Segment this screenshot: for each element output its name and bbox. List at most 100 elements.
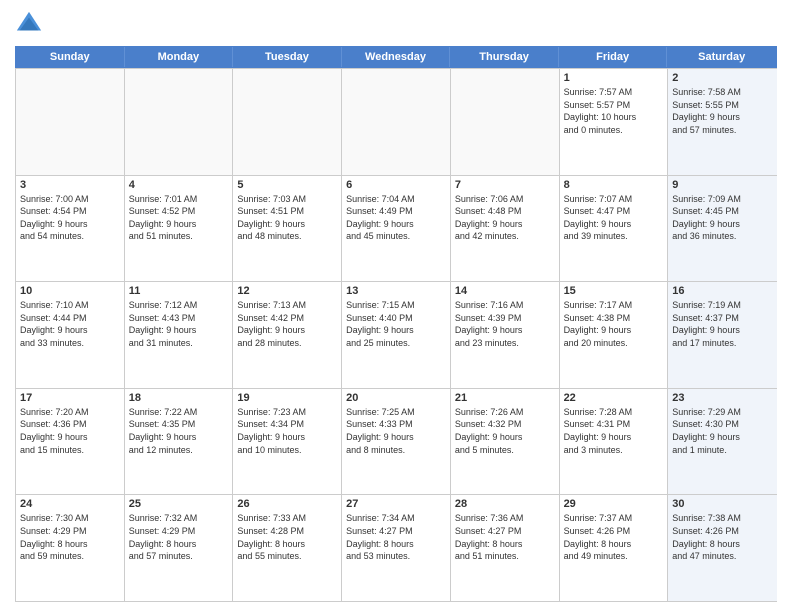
day-number: 4 [129,179,229,191]
calendar-cell-9: 9 Sunrise: 7:09 AM Sunset: 4:45 PM Daylig… [668,176,777,282]
cell-content: Sunrise: 7:04 AM Sunset: 4:49 PM Dayligh… [346,193,446,243]
day-number: 23 [672,392,773,404]
calendar-cell-14: 14 Sunrise: 7:16 AM Sunset: 4:39 PM Dayli… [451,282,560,388]
header-day-monday: Monday [125,47,234,67]
day-number: 3 [20,179,120,191]
day-number: 24 [20,498,120,510]
day-number: 18 [129,392,229,404]
calendar: SundayMondayTuesdayWednesdayThursdayFrid… [15,46,777,602]
calendar-body: 1 Sunrise: 7:57 AM Sunset: 5:57 PM Daylig… [15,68,777,602]
calendar-cell-2: 2 Sunrise: 7:58 AM Sunset: 5:55 PM Daylig… [668,69,777,175]
calendar-cell-8: 8Sunrise: 7:07 AM Sunset: 4:47 PM Daylig… [560,176,669,282]
header-day-wednesday: Wednesday [342,47,451,67]
calendar-cell-13: 13 Sunrise: 7:15 AM Sunset: 4:40 PM Dayli… [342,282,451,388]
calendar-cell-25: 25 Sunrise: 7:32 AM Sunset: 4:29 PM Dayli… [125,495,234,601]
calendar-cell-empty [451,69,560,175]
cell-content: Sunrise: 7:17 AM Sunset: 4:38 PM Dayligh… [564,299,664,349]
calendar-cell-1: 1 Sunrise: 7:57 AM Sunset: 5:57 PM Daylig… [560,69,669,175]
calendar-cell-18: 18 Sunrise: 7:22 AM Sunset: 4:35 PM Dayli… [125,389,234,495]
day-number: 30 [672,498,773,510]
calendar-cell-5: 5 Sunrise: 7:03 AM Sunset: 4:51 PM Daylig… [233,176,342,282]
day-number: 29 [564,498,664,510]
day-number: 8 [564,179,664,191]
calendar-cell-21: 21Sunrise: 7:26 AM Sunset: 4:32 PM Dayli… [451,389,560,495]
calendar-cell-19: 19 Sunrise: 7:23 AM Sunset: 4:34 PM Dayli… [233,389,342,495]
logo [15,10,47,38]
day-number: 2 [672,72,773,84]
cell-content: Sunrise: 7:15 AM Sunset: 4:40 PM Dayligh… [346,299,446,349]
day-number: 5 [237,179,337,191]
calendar-cell-28: 28 Sunrise: 7:36 AM Sunset: 4:27 PM Dayli… [451,495,560,601]
calendar-row-4: 17 Sunrise: 7:20 AM Sunset: 4:36 PM Dayli… [16,388,777,495]
header-day-friday: Friday [559,47,668,67]
calendar-cell-29: 29 Sunrise: 7:37 AM Sunset: 4:26 PM Dayli… [560,495,669,601]
calendar-cell-3: 3 Sunrise: 7:00 AM Sunset: 4:54 PM Daylig… [16,176,125,282]
header-day-tuesday: Tuesday [233,47,342,67]
calendar-cell-11: 11Sunrise: 7:12 AM Sunset: 4:43 PM Dayli… [125,282,234,388]
day-number: 26 [237,498,337,510]
logo-icon [15,10,43,38]
header-day-sunday: Sunday [16,47,125,67]
day-number: 22 [564,392,664,404]
cell-content: Sunrise: 7:58 AM Sunset: 5:55 PM Dayligh… [672,86,773,136]
cell-content: Sunrise: 7:01 AM Sunset: 4:52 PM Dayligh… [129,193,229,243]
calendar-cell-empty [125,69,234,175]
cell-content: Sunrise: 7:09 AM Sunset: 4:45 PM Dayligh… [672,193,773,243]
cell-content: Sunrise: 7:38 AM Sunset: 4:26 PM Dayligh… [672,512,773,562]
calendar-row-3: 10Sunrise: 7:10 AM Sunset: 4:44 PM Dayli… [16,281,777,388]
day-number: 12 [237,285,337,297]
calendar-cell-16: 16 Sunrise: 7:19 AM Sunset: 4:37 PM Dayli… [668,282,777,388]
cell-content: Sunrise: 7:30 AM Sunset: 4:29 PM Dayligh… [20,512,120,562]
cell-content: Sunrise: 7:28 AM Sunset: 4:31 PM Dayligh… [564,406,664,456]
cell-content: Sunrise: 7:32 AM Sunset: 4:29 PM Dayligh… [129,512,229,562]
day-number: 1 [564,72,664,84]
calendar-cell-30: 30 Sunrise: 7:38 AM Sunset: 4:26 PM Dayli… [668,495,777,601]
calendar-header: SundayMondayTuesdayWednesdayThursdayFrid… [15,46,777,68]
cell-content: Sunrise: 7:06 AM Sunset: 4:48 PM Dayligh… [455,193,555,243]
calendar-cell-20: 20 Sunrise: 7:25 AM Sunset: 4:33 PM Dayli… [342,389,451,495]
cell-content: Sunrise: 7:16 AM Sunset: 4:39 PM Dayligh… [455,299,555,349]
cell-content: Sunrise: 7:00 AM Sunset: 4:54 PM Dayligh… [20,193,120,243]
calendar-row-2: 3 Sunrise: 7:00 AM Sunset: 4:54 PM Daylig… [16,175,777,282]
header-day-saturday: Saturday [667,47,776,67]
calendar-cell-7: 7Sunrise: 7:06 AM Sunset: 4:48 PM Daylig… [451,176,560,282]
page: SundayMondayTuesdayWednesdayThursdayFrid… [0,0,792,612]
day-number: 25 [129,498,229,510]
cell-content: Sunrise: 7:29 AM Sunset: 4:30 PM Dayligh… [672,406,773,456]
day-number: 27 [346,498,446,510]
header [15,10,777,38]
cell-content: Sunrise: 7:26 AM Sunset: 4:32 PM Dayligh… [455,406,555,456]
calendar-cell-17: 17 Sunrise: 7:20 AM Sunset: 4:36 PM Dayli… [16,389,125,495]
calendar-cell-24: 24 Sunrise: 7:30 AM Sunset: 4:29 PM Dayli… [16,495,125,601]
cell-content: Sunrise: 7:19 AM Sunset: 4:37 PM Dayligh… [672,299,773,349]
day-number: 17 [20,392,120,404]
header-day-thursday: Thursday [450,47,559,67]
cell-content: Sunrise: 7:36 AM Sunset: 4:27 PM Dayligh… [455,512,555,562]
calendar-cell-empty [16,69,125,175]
cell-content: Sunrise: 7:03 AM Sunset: 4:51 PM Dayligh… [237,193,337,243]
cell-content: Sunrise: 7:23 AM Sunset: 4:34 PM Dayligh… [237,406,337,456]
day-number: 20 [346,392,446,404]
calendar-cell-empty [342,69,451,175]
calendar-cell-10: 10Sunrise: 7:10 AM Sunset: 4:44 PM Dayli… [16,282,125,388]
cell-content: Sunrise: 7:13 AM Sunset: 4:42 PM Dayligh… [237,299,337,349]
calendar-cell-22: 22 Sunrise: 7:28 AM Sunset: 4:31 PM Dayli… [560,389,669,495]
cell-content: Sunrise: 7:22 AM Sunset: 4:35 PM Dayligh… [129,406,229,456]
cell-content: Sunrise: 7:20 AM Sunset: 4:36 PM Dayligh… [20,406,120,456]
cell-content: Sunrise: 7:25 AM Sunset: 4:33 PM Dayligh… [346,406,446,456]
cell-content: Sunrise: 7:57 AM Sunset: 5:57 PM Dayligh… [564,86,664,136]
day-number: 11 [129,285,229,297]
day-number: 9 [672,179,773,191]
day-number: 13 [346,285,446,297]
day-number: 14 [455,285,555,297]
day-number: 28 [455,498,555,510]
calendar-cell-23: 23 Sunrise: 7:29 AM Sunset: 4:30 PM Dayli… [668,389,777,495]
calendar-cell-12: 12 Sunrise: 7:13 AM Sunset: 4:42 PM Dayli… [233,282,342,388]
day-number: 10 [20,285,120,297]
calendar-cell-6: 6 Sunrise: 7:04 AM Sunset: 4:49 PM Daylig… [342,176,451,282]
calendar-row-1: 1 Sunrise: 7:57 AM Sunset: 5:57 PM Daylig… [16,68,777,175]
day-number: 19 [237,392,337,404]
cell-content: Sunrise: 7:37 AM Sunset: 4:26 PM Dayligh… [564,512,664,562]
day-number: 16 [672,285,773,297]
day-number: 6 [346,179,446,191]
